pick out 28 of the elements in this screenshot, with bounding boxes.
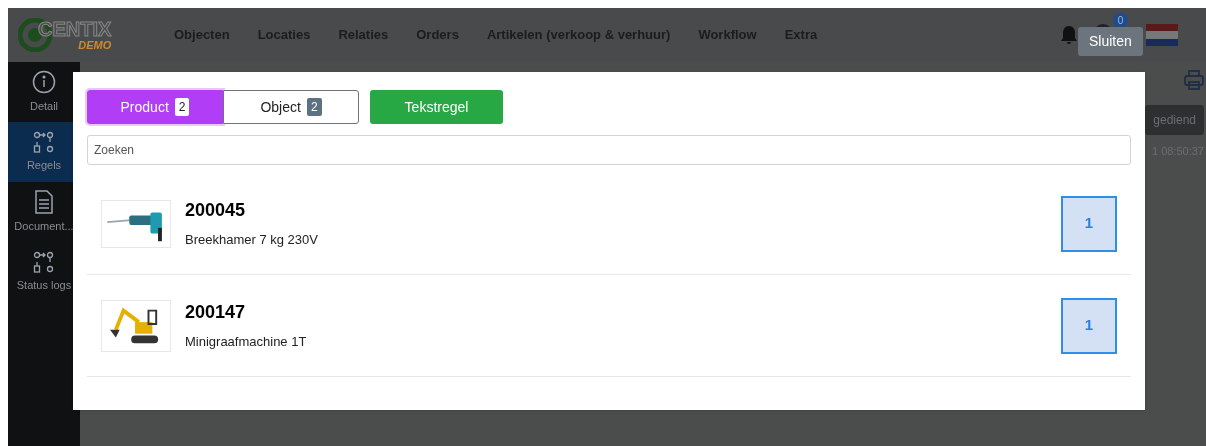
tab[interactable]: Object 2 xyxy=(223,90,359,124)
bell-icon[interactable] xyxy=(1060,25,1078,45)
item-description: Minigraafmachine 1T xyxy=(185,333,307,352)
tekstregel-button[interactable]: Tekstregel xyxy=(370,90,503,124)
item-code: 200147 xyxy=(185,301,247,325)
quantity-button[interactable]: 1 xyxy=(1061,297,1117,354)
print-icon[interactable] xyxy=(1184,70,1204,90)
logo-tag: DEMO xyxy=(78,39,112,51)
search-field[interactable]: Zoeken xyxy=(87,135,1131,165)
sidebar-item[interactable]: Status logs xyxy=(8,242,80,302)
logo-name: CENTIX xyxy=(38,19,112,39)
document-icon xyxy=(34,189,54,214)
tab[interactable]: Product 2 xyxy=(87,90,223,124)
flag-icon[interactable] xyxy=(1146,24,1178,46)
count-badge: 2 xyxy=(174,98,190,116)
info-icon xyxy=(32,69,56,94)
background-button[interactable]: gediend xyxy=(1145,105,1204,135)
sidebar-item[interactable]: Detail xyxy=(8,62,80,122)
item-description: Breekhamer 7 kg 230V xyxy=(185,231,318,250)
count-badge: 2 xyxy=(306,98,322,116)
quantity-button[interactable]: 1 xyxy=(1061,195,1117,252)
item-code: 200045 xyxy=(185,199,247,223)
drill-thumbnail xyxy=(101,199,171,248)
flow-icon xyxy=(33,250,55,273)
excavator-thumbnail xyxy=(101,299,171,352)
sidebar-item[interactable]: Document... xyxy=(8,182,80,242)
tooltip: Sluiten xyxy=(1078,27,1143,56)
flow-icon xyxy=(33,130,55,153)
